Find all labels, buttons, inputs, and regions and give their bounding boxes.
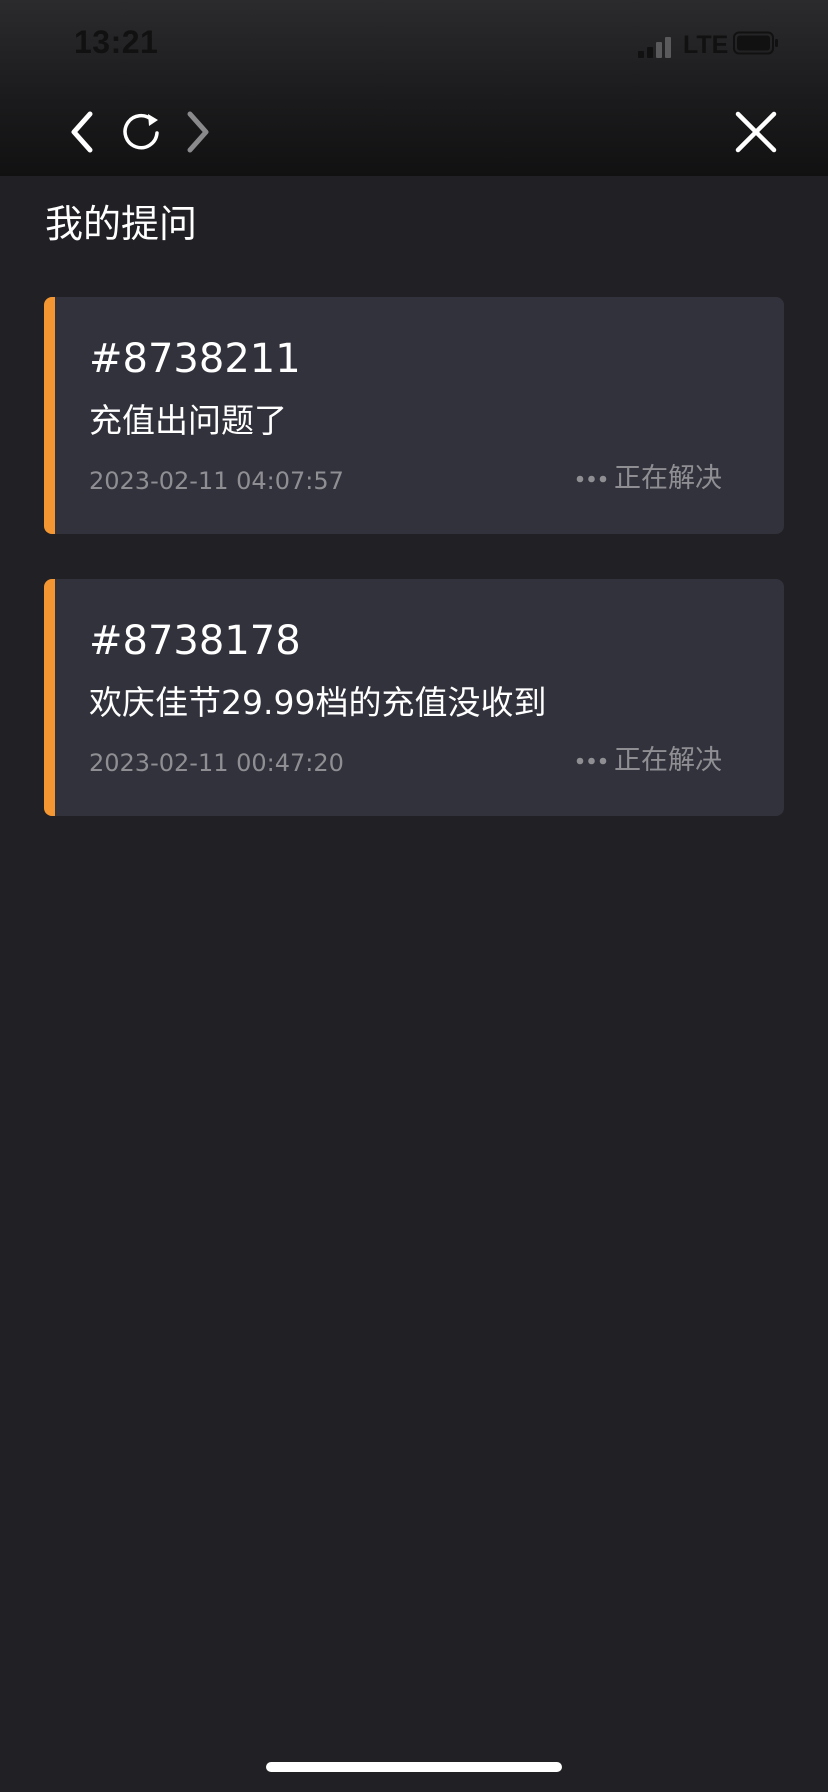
ticket-title: 充值出问题了: [89, 401, 287, 440]
close-icon[interactable]: [734, 110, 778, 154]
more-dots-icon: [576, 757, 607, 765]
top-bar: 13:21 LTE: [0, 0, 828, 176]
home-indicator[interactable]: [266, 1762, 562, 1772]
card-accent-bar: [44, 297, 55, 534]
network-type-label: LTE: [683, 31, 729, 59]
ticket-status: 正在解决: [575, 461, 722, 497]
ticket-status-label: 正在解决: [614, 463, 722, 494]
ticket-card[interactable]: #8738211 充值出问题了 2023-02-11 04:07:57 正在解决: [44, 297, 784, 534]
ticket-title: 欢庆佳节29.99档的充值没收到: [89, 683, 547, 722]
refresh-icon[interactable]: [118, 110, 164, 156]
ticket-status-label: 正在解决: [614, 745, 722, 776]
page-title: 我的提问: [45, 202, 198, 246]
ticket-timestamp: 2023-02-11 04:07:57: [89, 467, 344, 495]
card-accent-bar: [44, 579, 55, 816]
signal-strength-icon: [638, 36, 674, 58]
battery-icon: [733, 31, 778, 55]
ticket-card[interactable]: #8738178 欢庆佳节29.99档的充值没收到 2023-02-11 00:…: [44, 579, 784, 816]
ticket-id: #8738178: [89, 618, 301, 664]
ticket-status: 正在解决: [575, 743, 722, 779]
chevron-left-icon[interactable]: [66, 108, 96, 156]
more-dots-icon: [576, 475, 607, 483]
ticket-timestamp: 2023-02-11 00:47:20: [89, 749, 344, 777]
ticket-id: #8738211: [89, 336, 301, 382]
chevron-right-icon[interactable]: [184, 108, 214, 156]
status-time: 13:21: [74, 24, 159, 60]
